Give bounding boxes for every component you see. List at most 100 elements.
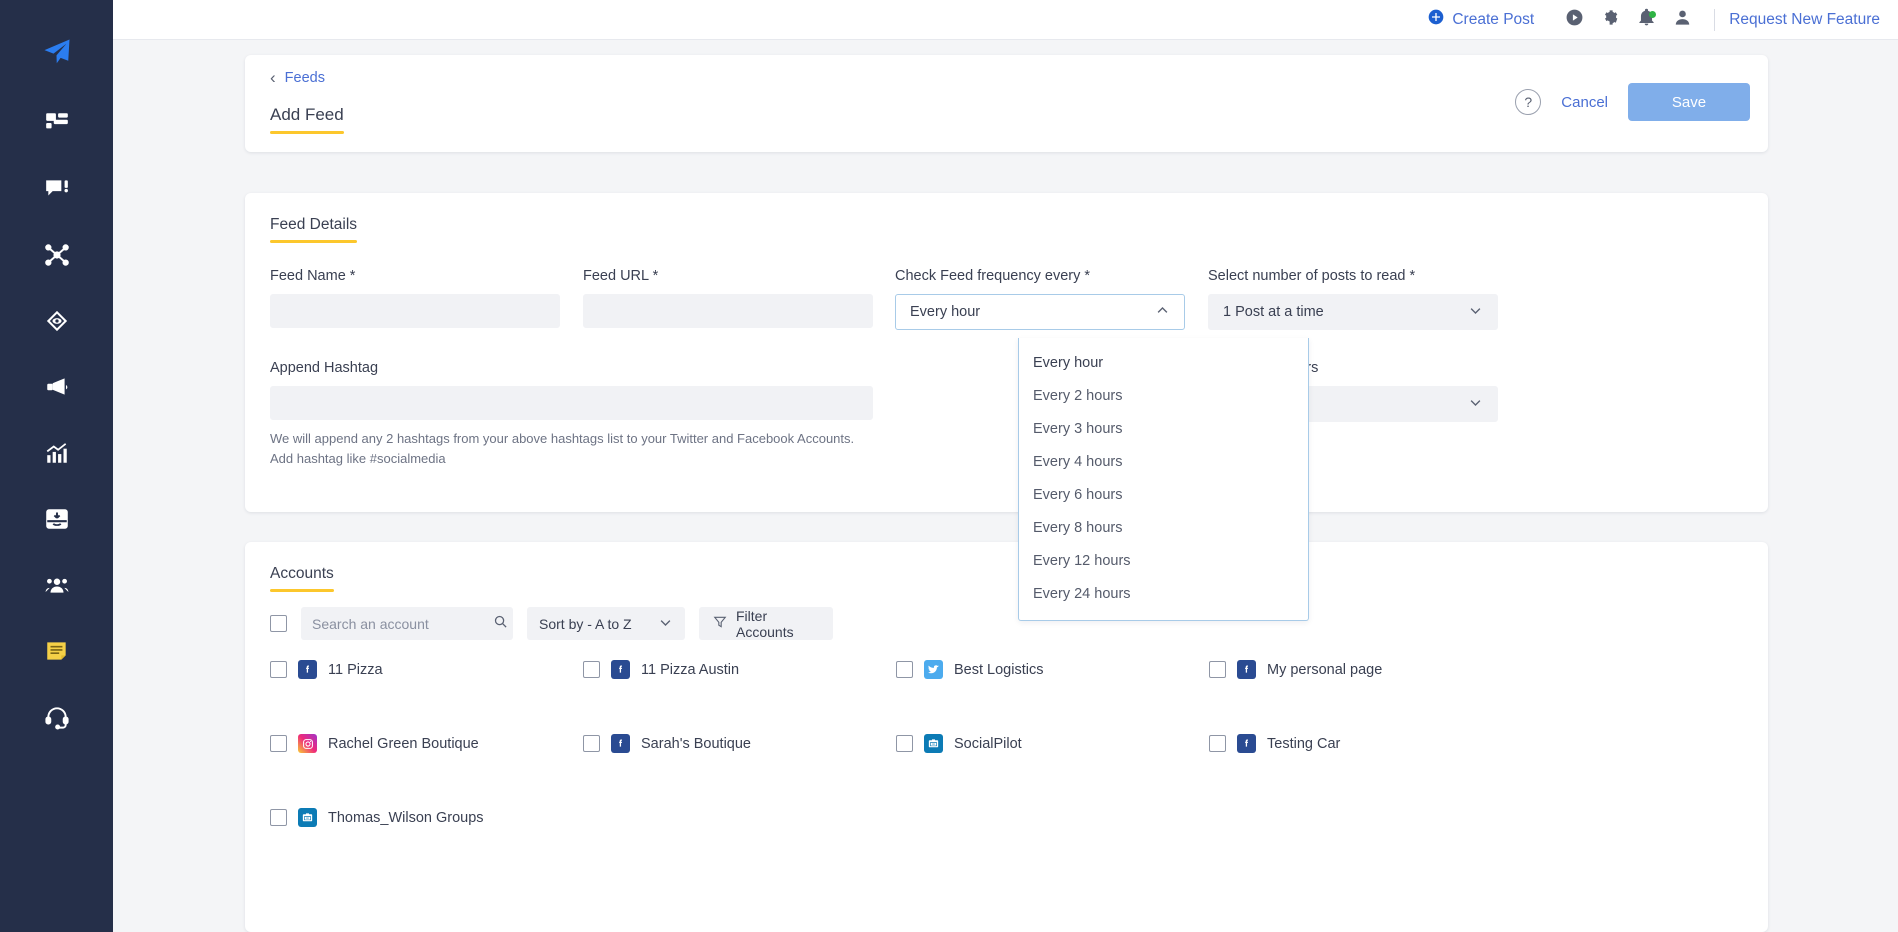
- user-icon: [1673, 8, 1692, 32]
- num-posts-select[interactable]: 1 Post at a time: [1208, 294, 1498, 330]
- append-hashtag-input[interactable]: [270, 386, 873, 420]
- network-icon: [44, 242, 70, 268]
- field-append-hashtag: Append Hashtag We will append any 2 hash…: [270, 360, 873, 468]
- twitter-icon: [924, 660, 943, 679]
- frequency-option[interactable]: Every hour: [1019, 347, 1308, 380]
- sidebar-item-analytics[interactable]: [0, 420, 113, 486]
- top-header: Create Post Request New Feature: [113, 0, 1898, 40]
- frequency-option[interactable]: Every 6 hours: [1019, 479, 1308, 512]
- header-divider: [1714, 8, 1716, 31]
- feed-name-input[interactable]: [270, 294, 560, 328]
- breadcrumb-label: Feeds: [284, 69, 325, 86]
- frequency-option[interactable]: Every 12 hours: [1019, 545, 1308, 578]
- facebook-icon: [1237, 660, 1256, 679]
- save-button[interactable]: Save: [1628, 83, 1750, 121]
- feed-url-input[interactable]: [583, 294, 873, 328]
- account-checkbox[interactable]: [583, 661, 600, 678]
- account-checkbox[interactable]: [896, 661, 913, 678]
- frequency-option[interactable]: Every 4 hours: [1019, 446, 1308, 479]
- linkedin-page-icon: [924, 734, 943, 753]
- frequency-option[interactable]: Every 2 hours: [1019, 380, 1308, 413]
- question-mark-icon[interactable]: ?: [1515, 89, 1542, 115]
- play-circle-button[interactable]: [1556, 0, 1592, 40]
- field-number-of-posts: Select number of posts to read * 1 Post …: [1208, 268, 1498, 330]
- account-checkbox[interactable]: [1209, 661, 1226, 678]
- profile-button[interactable]: [1664, 0, 1700, 40]
- account-checkbox[interactable]: [270, 735, 287, 752]
- account-item[interactable]: 11 Pizza: [270, 660, 583, 679]
- account-item[interactable]: Sarah's Boutique: [583, 734, 896, 753]
- frequency-option[interactable]: Every 24 hours: [1019, 578, 1308, 611]
- select-all-checkbox[interactable]: [270, 615, 287, 632]
- sidebar-item-feeds[interactable]: [0, 618, 113, 684]
- sidebar-item-team[interactable]: [0, 552, 113, 618]
- dashboard-icon: [44, 110, 70, 136]
- account-item[interactable]: SocialPilot: [896, 734, 1209, 753]
- accounts-grid: 11 Pizza 11 Pizza Austin Best Logistics My …: [270, 660, 1740, 827]
- sort-by-label: Sort by - A to Z: [539, 615, 632, 632]
- facebook-icon: [1237, 734, 1256, 753]
- num-posts-label-text: Select number of posts to read: [1208, 268, 1406, 284]
- account-name: My personal page: [1267, 661, 1383, 678]
- required-asterisk: *: [349, 268, 356, 284]
- append-hashtag-hint: We will append any 2 hashtags from your …: [270, 431, 855, 466]
- tab-accounts[interactable]: Accounts: [270, 565, 334, 592]
- inbox-icon: [44, 176, 70, 202]
- required-asterisk: *: [652, 268, 659, 284]
- feed-url-label: Feed URL *: [583, 268, 873, 284]
- plus-circle-icon: [1428, 9, 1444, 30]
- request-new-feature-link[interactable]: Request New Feature: [1729, 11, 1880, 29]
- account-item[interactable]: Thomas_Wilson Groups: [270, 808, 583, 827]
- megaphone-icon: [44, 374, 70, 400]
- account-checkbox[interactable]: [1209, 735, 1226, 752]
- account-checkbox[interactable]: [270, 661, 287, 678]
- feed-details-card: Feed Details Feed Name * Feed URL * Chec…: [245, 193, 1768, 512]
- account-name: 11 Pizza Austin: [641, 661, 740, 678]
- search-icon: [493, 614, 508, 634]
- sidebar-item-dashboard[interactable]: [0, 90, 113, 156]
- account-item[interactable]: Testing Car: [1209, 734, 1522, 753]
- account-checkbox[interactable]: [896, 735, 913, 752]
- account-checkbox[interactable]: [270, 809, 287, 826]
- num-posts-selected-value: 1 Post at a time: [1223, 304, 1324, 320]
- sort-by-select[interactable]: Sort by - A to Z: [527, 607, 685, 640]
- tab-feed-details[interactable]: Feed Details: [270, 216, 358, 243]
- socialpilot-logo-icon[interactable]: [0, 22, 113, 82]
- sidebar-item-support[interactable]: [0, 684, 113, 750]
- frequency-dropdown-list[interactable]: Every hour Every 2 hours Every 3 hours Ever…: [1018, 338, 1309, 621]
- account-item[interactable]: Rachel Green Boutique: [270, 734, 583, 753]
- chevron-down-icon: [1468, 395, 1483, 414]
- sidebar-item-inbox[interactable]: [0, 156, 113, 222]
- search-account-field[interactable]: [301, 607, 513, 640]
- account-name: Thomas_Wilson Groups: [328, 809, 484, 826]
- play-circle-icon: [1565, 8, 1584, 32]
- filter-accounts-button[interactable]: Filter Accounts: [699, 607, 833, 640]
- feed-url-label-text: Feed URL: [583, 268, 649, 284]
- field-feed-name: Feed Name *: [270, 268, 560, 328]
- discovery-icon: [44, 308, 70, 334]
- settings-button[interactable]: [1592, 0, 1628, 40]
- frequency-option[interactable]: Every 3 hours: [1019, 413, 1308, 446]
- account-checkbox[interactable]: [583, 735, 600, 752]
- account-item[interactable]: My personal page: [1209, 660, 1522, 679]
- chevron-left-icon: ‹: [270, 68, 276, 87]
- search-input[interactable]: [312, 615, 493, 632]
- facebook-icon: [298, 660, 317, 679]
- funnel-icon: [713, 615, 727, 632]
- cancel-button[interactable]: Cancel: [1561, 94, 1608, 111]
- create-post-button[interactable]: Create Post: [1428, 9, 1534, 30]
- sidebar-item-accounts[interactable]: [0, 222, 113, 288]
- breadcrumb-back-feeds[interactable]: ‹ Feeds: [270, 69, 325, 86]
- field-feed-url: Feed URL *: [583, 268, 873, 328]
- frequency-select[interactable]: Every hour: [895, 294, 1185, 330]
- sidebar-item-bulk-upload[interactable]: [0, 486, 113, 552]
- sidebar-item-campaigns[interactable]: [0, 354, 113, 420]
- account-item[interactable]: Best Logistics: [896, 660, 1209, 679]
- account-item[interactable]: 11 Pizza Austin: [583, 660, 896, 679]
- account-name: 11 Pizza: [328, 661, 383, 678]
- notifications-button[interactable]: [1628, 0, 1664, 40]
- frequency-option[interactable]: Every 8 hours: [1019, 512, 1308, 545]
- account-name: Best Logistics: [954, 661, 1044, 678]
- create-post-label: Create Post: [1452, 10, 1535, 28]
- sidebar-item-discovery[interactable]: [0, 288, 113, 354]
